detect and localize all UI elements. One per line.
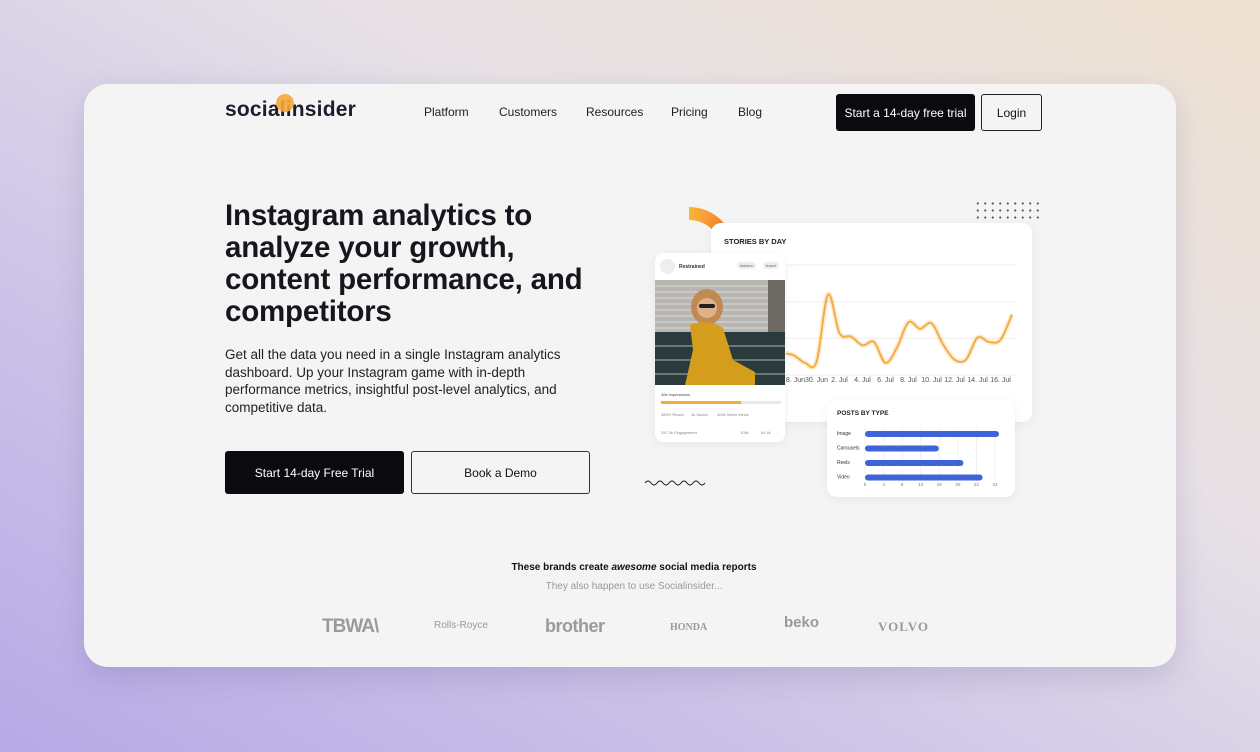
x-tick-label: 20 <box>955 482 961 487</box>
posts-bar-chart: 0 4 8 12 16 20 22 24 Image Carousels Reels Video <box>837 428 999 487</box>
category-label: Carousels <box>837 446 860 452</box>
brand-logo-beko: beko <box>784 614 820 631</box>
brands-title: These brands create awesome social media… <box>84 562 1176 573</box>
x-tick-label: 2. Jul <box>831 377 848 384</box>
x-tick-label: 6. Jul <box>877 377 894 384</box>
login-button[interactable]: Login <box>981 94 1042 131</box>
likes-count: 105k <box>740 430 749 435</box>
category-label: Reels <box>837 460 850 466</box>
brand-logo-volvo: VOLVO <box>878 619 929 634</box>
post-photo <box>655 280 785 385</box>
bar-reels <box>865 460 964 466</box>
x-tick-label: 24 <box>992 482 998 487</box>
x-tick-label: 10. Jul <box>921 377 942 384</box>
bar-video <box>865 474 983 481</box>
start-free-trial-button[interactable]: Start 14-day Free Trial <box>225 451 404 494</box>
x-tick-label: 8. Jul <box>900 377 917 384</box>
avatar <box>660 259 675 274</box>
brand-logo-rolls-royce: Rolls-Royce <box>434 620 488 631</box>
nav-resources[interactable]: Resources <box>586 105 643 119</box>
x-tick-label: 4 <box>882 482 885 487</box>
brands-subtitle: They also happen to use Socialinsider... <box>545 581 723 592</box>
dot-grid-decoration <box>974 200 1040 220</box>
logo-dot-icon <box>276 94 294 112</box>
x-tick-label: 16. Jul <box>990 377 1011 384</box>
posts-by-type-card: POSTS BY TYPE 0 4 8 12 16 20 22 24 Image Carousel… <box>827 400 1015 497</box>
bar-carousels <box>865 445 939 452</box>
book-demo-button[interactable]: Book a Demo <box>411 451 590 494</box>
category-label: Video <box>837 475 850 481</box>
post-card: Restrained fashion travel 40k Impression… <box>655 253 785 442</box>
tag-fashion: fashion <box>737 262 756 269</box>
brands-title-em: awesome <box>611 562 657 573</box>
stat-reach: 389% Reach <box>661 412 684 417</box>
stat-saved: 1k Saved <box>691 412 708 417</box>
wave-decoration <box>644 480 706 486</box>
x-tick-label: 22 <box>974 482 980 487</box>
x-tick-label: 4. Jul <box>854 377 871 384</box>
impressions-progress-fill <box>661 401 742 404</box>
page-window: socialinsider Platform Customers Resourc… <box>84 84 1176 667</box>
impressions-label: 40k Impressions <box>661 392 691 397</box>
x-tick-label: 14. Jul <box>967 377 988 384</box>
tag-travel: travel <box>763 262 779 269</box>
start-trial-button[interactable]: Start a 14-day free trial <box>836 94 975 131</box>
x-tick-label: 8 <box>901 482 904 487</box>
stat-video-views: 400k Video Views <box>717 412 749 417</box>
category-label: Image <box>837 431 851 437</box>
x-tick-label: 28. Jun <box>782 377 805 384</box>
impressions-progress <box>661 401 781 404</box>
x-tick-label: 16 <box>937 482 943 487</box>
brands-title-pre: These brands create <box>511 562 612 573</box>
engagement-label: 257.4k Engagement <box>661 430 697 435</box>
bar-image <box>865 431 999 437</box>
post-account-name: Restrained <box>679 264 705 270</box>
nav-customers[interactable]: Customers <box>499 105 557 119</box>
brand-logo-tbwa: TBWA\ <box>322 616 379 637</box>
x-tick-label: 12 <box>918 482 924 487</box>
x-tick-label: 30. Jun <box>805 377 828 384</box>
page-title: Instagram analytics to analyze your grow… <box>225 199 583 328</box>
x-tick-label: 0 <box>864 482 867 487</box>
hero-subtitle: Get all the data you need in a single In… <box>225 347 561 415</box>
brands-title-post: social media reports <box>656 562 757 573</box>
nav-blog[interactable]: Blog <box>738 105 762 119</box>
brand-logo-brother: brother <box>545 616 605 636</box>
nav-pricing[interactable]: Pricing <box>671 105 708 119</box>
brand-logo-honda: HONDA <box>670 622 708 633</box>
stories-line-glow <box>786 292 1015 370</box>
comments-count: 54.4k <box>761 430 771 435</box>
nav-platform[interactable]: Platform <box>424 105 469 119</box>
x-tick-label: 12. Jul <box>944 377 965 384</box>
